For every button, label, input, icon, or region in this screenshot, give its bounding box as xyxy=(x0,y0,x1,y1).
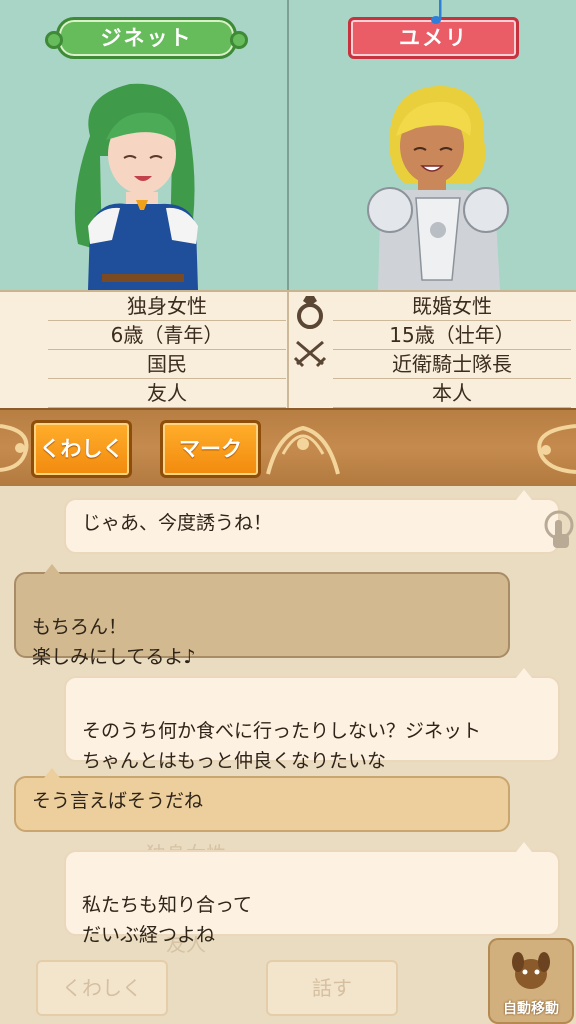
mark-button[interactable]: マーク xyxy=(160,420,261,478)
auto-move-label: 自動移動 xyxy=(503,1001,559,1017)
chat-text-3: そのうち何か食べに行ったりしない？ジネット ちゃんとはもっと仲良くなりたいな xyxy=(82,720,482,772)
profile-table: 独身女性 6歳（青年） 国民 友人 既婚女性 15歳（壮年） 近衛騎士隊長 本人 xyxy=(0,292,576,408)
left-character-nameplate: ジネット xyxy=(45,17,248,59)
hand-pointer-icon[interactable] xyxy=(544,510,574,552)
portrait-panel: ジネット ユメリ xyxy=(0,0,576,292)
chat-bubble-2: もちろん！ 楽しみにしてるよ♪ xyxy=(14,564,510,668)
ghost-details-button: くわしく xyxy=(36,960,168,1016)
ornament-right-icon xyxy=(537,424,576,474)
chat-text-2: もちろん！ 楽しみにしてるよ♪ xyxy=(32,616,196,668)
auto-move-button[interactable]: 自動移動 xyxy=(488,938,574,1024)
right-profile-occupation: 近衛騎士隊長 xyxy=(333,350,571,379)
dog-icon xyxy=(512,952,550,989)
ghost-talk-button: 話す xyxy=(266,960,398,1016)
chat-text-5: 私たちも知り合って だいぶ経つよね xyxy=(82,894,253,946)
left-profile-age: 6歳（青年） xyxy=(48,321,286,350)
right-profile: 既婚女性 15歳（壮年） 近衛騎士隊長 本人 xyxy=(333,292,571,408)
profile-divider xyxy=(287,292,289,408)
details-button[interactable]: くわしく xyxy=(31,420,132,478)
chat-text-1: じゃあ、今度誘うね！ xyxy=(82,512,273,534)
right-character-portrait xyxy=(367,86,509,290)
chat-bubble-1: じゃあ、今度誘うね！ xyxy=(64,490,560,554)
crossed-swords-icon xyxy=(293,340,327,368)
left-profile-occupation: 国民 xyxy=(48,350,286,379)
right-profile-relation: 本人 xyxy=(333,379,571,408)
right-profile-status: 既婚女性 xyxy=(333,292,571,321)
chat-text-4: そう言えばそうだね xyxy=(32,790,204,812)
portrait-divider xyxy=(287,0,289,290)
chat-bubble-4: そう言えばそうだね xyxy=(14,768,510,832)
left-profile-relation: 友人 xyxy=(48,379,286,408)
left-character-portrait xyxy=(74,83,198,290)
chat-bubble-3: そのうち何か食べに行ったりしない？ジネット ちゃんとはもっと仲良くなりたいな xyxy=(64,668,560,772)
ornament-center-icon xyxy=(266,425,340,475)
chat-bubble-5: 私たちも知り合って だいぶ経つよね xyxy=(64,842,560,946)
left-profile: 独身女性 6歳（青年） 国民 友人 xyxy=(48,292,286,408)
left-profile-status: 独身女性 xyxy=(48,292,286,321)
music-note-icon xyxy=(431,0,442,24)
right-profile-age: 15歳（壮年） xyxy=(333,321,571,350)
action-band: くわしく マーク xyxy=(0,408,576,488)
ring-icon xyxy=(297,296,323,329)
